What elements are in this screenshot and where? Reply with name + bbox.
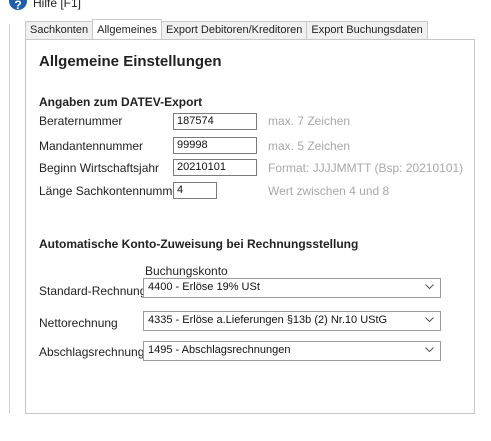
standard-rechnung-label: Standard-Rechnung [39, 284, 147, 298]
tab-export-debitoren-kreditoren[interactable]: Export Debitoren/Kreditoren [161, 21, 308, 39]
abschlagsrechnung-select[interactable]: 1495 - Abschlagsrechnungen [143, 341, 441, 361]
mandant-hint: max. 5 Zeichen [268, 139, 351, 153]
buchungskonto-column-label: Buchungskonto [145, 264, 228, 278]
help-icon[interactable]: ? [9, 0, 27, 12]
abschlagsrechnung-value: 1495 - Abschlagsrechnungen [148, 344, 291, 356]
tab-export-buchungsdaten[interactable]: Export Buchungsdaten [306, 21, 428, 39]
datev-section-title: Angaben zum DATEV-Export [39, 95, 203, 109]
mandant-input[interactable] [173, 137, 257, 154]
tab-allgemeines[interactable]: Allgemeines [92, 19, 163, 39]
standard-rechnung-select[interactable]: 4400 - Erlöse 19% USt [143, 278, 441, 298]
konto-section-title: Automatische Konto-Zuweisung bei Rechnun… [39, 237, 359, 251]
chevron-down-icon [425, 284, 434, 290]
mandant-label: Mandantennummer [39, 139, 144, 153]
page-title: Allgemeine Einstellungen [39, 53, 222, 70]
laenge-input[interactable] [173, 182, 217, 199]
nettorechnung-select[interactable]: 4335 - Erlöse a.Lieferungen §13b (2) Nr.… [143, 311, 441, 331]
berater-hint: max. 7 Zeichen [268, 114, 351, 128]
berater-input[interactable] [173, 113, 257, 130]
chevron-down-icon [425, 347, 434, 353]
nettorechnung-value: 4335 - Erlöse a.Lieferungen §13b (2) Nr.… [148, 314, 388, 326]
chevron-down-icon [425, 317, 434, 323]
berater-label: Beraternummer [39, 114, 123, 128]
beginn-hint: Format: JJJJMMTT (Bsp: 20210101) [268, 161, 464, 175]
standard-rechnung-value: 4400 - Erlöse 19% USt [148, 281, 260, 293]
abschlagsrechnung-label: Abschlagsrechnung [39, 345, 145, 359]
help-bar[interactable]: ? Hilfe [F1] [0, 0, 491, 14]
window-frame-edge [9, 24, 10, 414]
nettorechnung-label: Nettorechnung [39, 316, 118, 330]
laenge-label: Länge Sachkontennummer [39, 184, 184, 198]
beginn-label: Beginn Wirtschaftsjahr [39, 161, 160, 175]
tab-sachkonten[interactable]: Sachkonten [25, 21, 94, 39]
tab-bar: Sachkonten Allgemeines Export Debitoren/… [25, 19, 428, 39]
help-label[interactable]: Hilfe [F1] [33, 0, 81, 10]
beginn-input[interactable] [173, 159, 257, 176]
laenge-hint: Wert zwischen 4 und 8 [268, 184, 390, 198]
